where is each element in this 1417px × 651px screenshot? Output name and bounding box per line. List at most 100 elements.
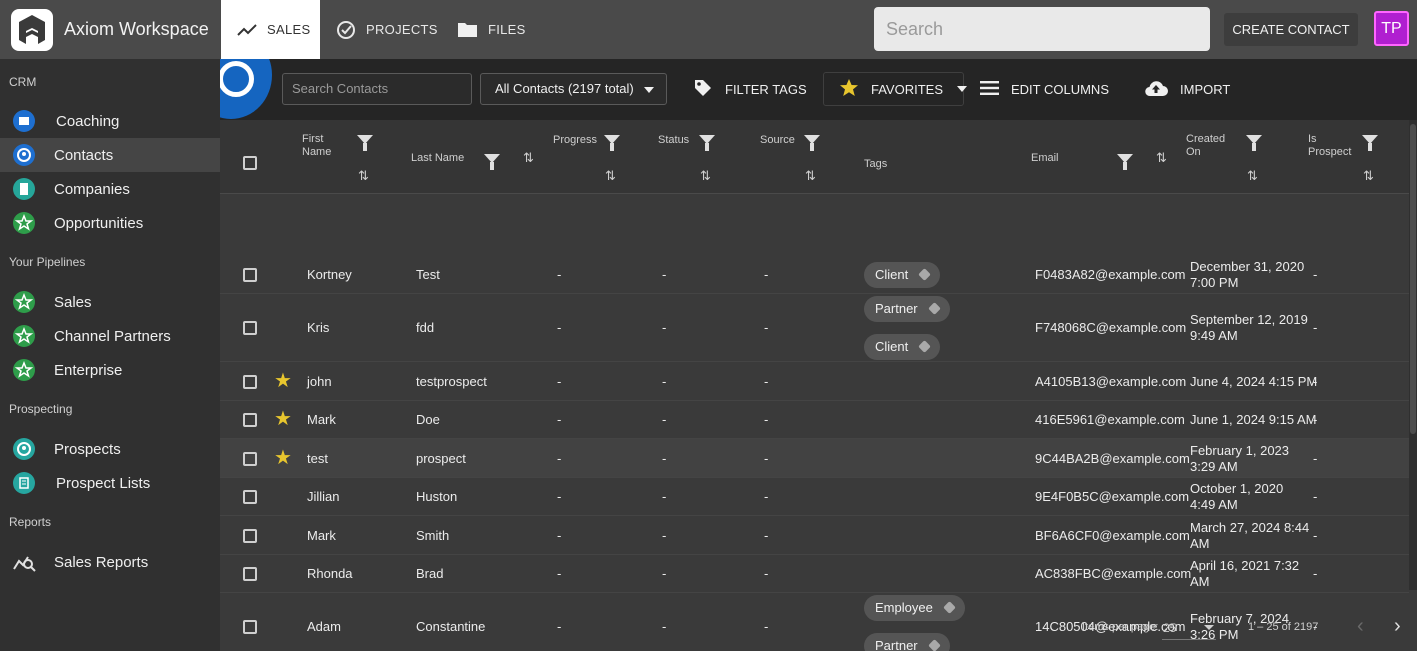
cell-last-name: Smith	[416, 527, 450, 543]
column-header-progress[interactable]: Progress	[553, 134, 597, 147]
cell-email: 416E5961@example.com	[1035, 412, 1185, 427]
chevron-down-icon	[1204, 625, 1214, 630]
sidebar-item-prospect-lists[interactable]: Prospect Lists	[0, 466, 220, 500]
row-checkbox[interactable]	[243, 374, 257, 389]
table-scrollbar-thumb[interactable]	[1410, 124, 1416, 434]
sidebar-item-opportunities[interactable]: Opportunities	[0, 206, 220, 240]
table-row[interactable]: Jillian Huston - - - 9E4F0B5C@example.com Octo…	[220, 478, 1409, 516]
star-outline-icon	[13, 291, 35, 313]
contact-view-select[interactable]: All Contacts (2197 total)	[480, 73, 667, 105]
filter-icon[interactable]	[357, 135, 373, 151]
tab-sales[interactable]: SALES	[221, 0, 320, 59]
cell-email: 9E4F0B5C@example.com	[1035, 489, 1190, 504]
sidebar-item-coaching[interactable]: Coaching	[0, 104, 220, 138]
filter-icon[interactable]	[484, 154, 500, 170]
items-per-page-select[interactable]: 25	[1162, 616, 1216, 640]
column-header-tags: Tags	[864, 158, 888, 170]
cell-is-prospect: -	[1313, 489, 1318, 504]
sidebar-item-channel-partners[interactable]: Channel Partners	[0, 319, 220, 353]
sort-icon[interactable]: ⇅	[1247, 168, 1258, 184]
row-checkbox[interactable]	[243, 490, 257, 504]
row-checkbox[interactable]	[243, 567, 257, 581]
column-header-status[interactable]: Status	[658, 134, 689, 147]
table-row[interactable]: ★ john testprospect - - - A4105B13@example.com…	[220, 362, 1409, 401]
sort-icon[interactable]: ⇅	[805, 168, 816, 184]
main-content: Search Contacts All Contacts (2197 total…	[220, 59, 1417, 651]
sidebar-item-sales-reports[interactable]: Sales Reports	[0, 545, 220, 579]
row-checkbox[interactable]	[243, 321, 257, 335]
sidebar-item-contacts[interactable]: Contacts	[0, 138, 220, 172]
cell-first-name: Kris	[307, 320, 330, 335]
tab-projects[interactable]: PROJECTS	[336, 0, 438, 59]
app-title: Axiom Workspace	[64, 19, 209, 39]
cell-last-name: Test	[416, 266, 440, 282]
chart-search-icon	[13, 551, 36, 573]
row-checkbox[interactable]	[243, 267, 257, 282]
create-contact-button[interactable]: CREATE CONTACT	[1224, 13, 1358, 46]
filter-icon[interactable]	[1362, 135, 1378, 151]
cell-progress: -	[557, 450, 562, 466]
sort-icon[interactable]: ⇅	[358, 168, 369, 184]
favorite-star-icon[interactable]: ★	[274, 448, 292, 468]
sidebar-item-prospects[interactable]: Prospects	[0, 432, 220, 466]
column-header-created-on[interactable]: Created On	[1186, 133, 1225, 159]
cell-progress: -	[557, 527, 562, 543]
sidebar-item-companies[interactable]: Companies	[0, 172, 220, 206]
cell-is-prospect: -	[1313, 527, 1318, 543]
tag-chip[interactable]: Partner	[864, 296, 950, 322]
favorites-button[interactable]: FAVORITES	[839, 73, 967, 105]
row-checkbox[interactable]	[243, 451, 257, 466]
next-page-icon[interactable]: ›	[1394, 615, 1401, 638]
table-row[interactable]: ★ test prospect - - - 9C44BA2B@example.com Febr…	[220, 439, 1409, 478]
column-header-source[interactable]: Source	[760, 134, 795, 147]
tag-chip[interactable]: Client	[864, 334, 941, 360]
import-button[interactable]: IMPORT	[1144, 73, 1230, 105]
filter-tags-button[interactable]: FILTER TAGS	[693, 73, 807, 105]
column-header-first-name[interactable]: First Name	[302, 133, 331, 159]
edit-columns-button[interactable]: EDIT COLUMNS	[980, 73, 1109, 105]
app-logo-icon[interactable]	[11, 9, 53, 51]
filter-icon[interactable]	[1117, 154, 1133, 170]
sort-icon[interactable]: ⇅	[605, 168, 616, 184]
column-header-is-prospect[interactable]: Is Prospect	[1308, 133, 1351, 159]
filter-icon[interactable]	[699, 135, 715, 151]
cell-created-on: October 1, 2020 4:49 AM	[1190, 481, 1284, 512]
filter-icon[interactable]	[804, 135, 820, 151]
filter-icon[interactable]	[604, 135, 620, 151]
sidebar-item-label: Sales	[54, 293, 92, 311]
favorite-star-icon[interactable]: ★	[274, 371, 292, 391]
select-all-checkbox[interactable]	[243, 156, 257, 170]
previous-page-icon[interactable]: ‹	[1357, 615, 1364, 638]
table-row[interactable]: Kris fdd - - - Partner Client F748068C@example.…	[220, 294, 1409, 362]
items-per-page-label: Items per page:	[1082, 621, 1159, 633]
sidebar-item-label: Enterprise	[54, 361, 123, 379]
table-row[interactable]: Kortney Test - - - Client F0483A82@example.com…	[220, 255, 1409, 294]
cell-first-name: Mark	[307, 527, 336, 543]
table-row[interactable]: Mark Smith - - - BF6A6CF0@example.com March 27…	[220, 516, 1409, 555]
sort-icon[interactable]: ⇅	[1363, 168, 1374, 184]
filter-icon[interactable]	[1246, 135, 1262, 151]
row-checkbox[interactable]	[243, 528, 257, 543]
user-avatar[interactable]: TP	[1374, 11, 1409, 46]
contact-search-input[interactable]: Search Contacts	[282, 73, 472, 105]
sort-icon[interactable]: ⇅	[700, 168, 711, 184]
cell-status: -	[662, 566, 667, 581]
global-search-input[interactable]: Search	[874, 7, 1210, 51]
sidebar-item-enterprise[interactable]: Enterprise	[0, 353, 220, 387]
sort-icon[interactable]: ⇅	[523, 150, 534, 166]
section-label-reports: Reports	[9, 515, 52, 529]
row-checkbox[interactable]	[243, 413, 257, 427]
column-header-email[interactable]: Email	[1031, 152, 1059, 165]
sidebar-item-label: Channel Partners	[54, 327, 171, 345]
table-row[interactable]: ★ Mark Doe - - - 416E5961@example.com June 1, 2…	[220, 401, 1409, 439]
cell-email: 9C44BA2B@example.com	[1035, 450, 1190, 466]
cell-last-name: fdd	[416, 320, 435, 335]
table-row[interactable]: Rhonda Brad - - - AC838FBC@example.com April 1…	[220, 555, 1409, 593]
filter-tags-label: FILTER TAGS	[725, 81, 807, 97]
sort-icon[interactable]: ⇅	[1156, 150, 1167, 166]
sidebar-item-sales[interactable]: Sales	[0, 285, 220, 319]
tab-files[interactable]: FILES	[457, 0, 526, 59]
favorite-star-icon[interactable]: ★	[274, 409, 292, 429]
tag-chip[interactable]: Client	[864, 261, 941, 288]
column-header-last-name[interactable]: Last Name	[411, 152, 464, 165]
